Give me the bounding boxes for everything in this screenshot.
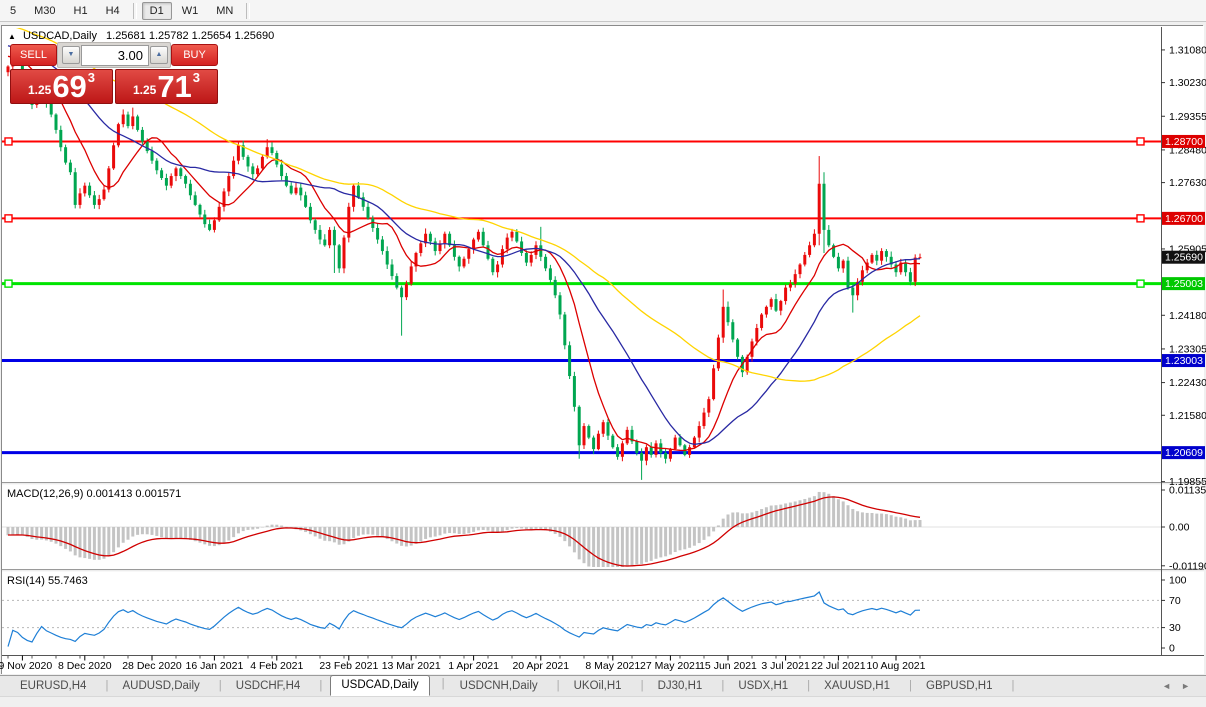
date-label: 16 Jan 2021 <box>185 660 243 672</box>
chart-background <box>2 26 1204 674</box>
svg-text:70: 70 <box>1169 595 1181 607</box>
svg-text:1.30230: 1.30230 <box>1169 77 1206 89</box>
line-handle[interactable] <box>1137 280 1144 287</box>
ask-price-prefix: 1.25 <box>133 83 156 97</box>
svg-text:0: 0 <box>1169 643 1175 655</box>
svg-text:1.27630: 1.27630 <box>1169 177 1206 189</box>
sell-button[interactable]: SELL <box>10 44 57 66</box>
price-tag: 1.23003 <box>1165 355 1203 367</box>
date-label: 22 Jul 2021 <box>811 660 865 672</box>
collapse-arrow-icon[interactable]: ▲ <box>8 32 16 41</box>
date-label: 8 Dec 2020 <box>58 660 112 672</box>
svg-text:30: 30 <box>1169 622 1181 634</box>
one-click-trading-panel: SELL ▼ ▲ BUY 1.25 69 3 1.25 71 3 <box>10 42 218 104</box>
date-label: 23 Feb 2021 <box>319 660 378 672</box>
line-handle[interactable] <box>5 138 12 145</box>
macd-label: MACD(12,26,9) 0.001413 0.001571 <box>7 488 181 500</box>
svg-text:1.24180: 1.24180 <box>1169 310 1206 322</box>
date-label: 1 Apr 2021 <box>448 660 499 672</box>
bid-price-panel[interactable]: 1.25 69 3 <box>10 69 113 104</box>
rsi-label: RSI(14) 55.7463 <box>7 575 88 587</box>
date-label: 3 Jul 2021 <box>761 660 810 672</box>
date-label: 19 Nov 2020 <box>0 660 52 672</box>
line-handle[interactable] <box>5 215 12 222</box>
date-label: 15 Jun 2021 <box>699 660 757 672</box>
price-tag: 1.20609 <box>1165 447 1203 459</box>
price-tag: 1.28700 <box>1165 136 1203 148</box>
date-label: 20 Apr 2021 <box>512 660 569 672</box>
svg-text:1.29355: 1.29355 <box>1169 111 1206 123</box>
ask-price-pips: 71 <box>157 72 191 101</box>
bid-price-point: 3 <box>88 70 95 85</box>
price-tag: 1.25690 <box>1165 252 1203 264</box>
chart-symbol-label: USDCAD,Daily <box>23 30 97 42</box>
svg-text:1.22430: 1.22430 <box>1169 377 1206 389</box>
ask-price-point: 3 <box>193 70 200 85</box>
date-label: 27 May 2021 <box>640 660 701 672</box>
date-label: 28 Dec 2020 <box>122 660 182 672</box>
date-label: 4 Feb 2021 <box>250 660 303 672</box>
line-handle[interactable] <box>5 280 12 287</box>
ask-price-panel[interactable]: 1.25 71 3 <box>115 69 218 104</box>
volume-decrease-button[interactable]: ▼ <box>62 46 80 64</box>
chart-ohlc-values: 1.25681 1.25782 1.25654 1.25690 <box>106 30 274 42</box>
svg-text:100: 100 <box>1169 575 1187 587</box>
date-label: 13 Mar 2021 <box>382 660 441 672</box>
chart-symbol-header: ▲ USDCAD,Daily 1.25681 1.25782 1.25654 1… <box>8 30 274 42</box>
date-label: 10 Aug 2021 <box>867 660 926 672</box>
volume-input[interactable] <box>81 45 149 66</box>
buy-button[interactable]: BUY <box>171 44 218 66</box>
chevron-down-icon: ▼ <box>68 51 75 58</box>
svg-text:0.00: 0.00 <box>1169 522 1190 534</box>
svg-text:0.01135: 0.01135 <box>1169 485 1206 497</box>
price-tag: 1.26700 <box>1165 213 1203 225</box>
svg-text:-0.01190: -0.01190 <box>1169 560 1206 572</box>
volume-increase-button[interactable]: ▲ <box>150 46 168 64</box>
price-tag: 1.25003 <box>1165 278 1203 290</box>
svg-text:1.31080: 1.31080 <box>1169 44 1206 56</box>
bid-price-pips: 69 <box>52 72 86 101</box>
date-label: 8 May 2021 <box>585 660 640 672</box>
volume-spinner: ▼ ▲ <box>57 42 171 68</box>
line-handle[interactable] <box>1137 215 1144 222</box>
svg-text:1.21580: 1.21580 <box>1169 410 1206 422</box>
svg-text:1.23305: 1.23305 <box>1169 343 1206 355</box>
line-handle[interactable] <box>1137 138 1144 145</box>
chart-canvas[interactable]: MACD(12,26,9) 0.001413 0.001571 RSI(14) 5… <box>0 0 1206 706</box>
bid-price-prefix: 1.25 <box>28 83 51 97</box>
chevron-up-icon: ▲ <box>156 51 163 58</box>
